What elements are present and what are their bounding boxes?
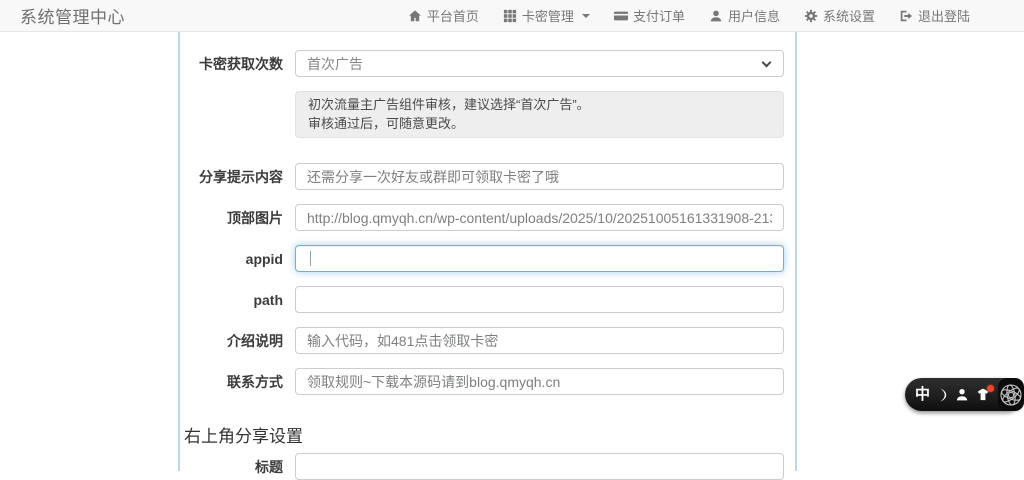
- home-icon: [408, 9, 422, 23]
- sign-out-icon: [899, 9, 913, 23]
- field-intro: 介绍说明: [180, 327, 795, 354]
- card-fetch-count-select[interactable]: 首次广告: [295, 50, 784, 77]
- field-appid: appid: [180, 245, 795, 272]
- field-share-tip: 分享提示内容: [180, 163, 795, 190]
- field-label: 介绍说明: [227, 332, 283, 349]
- field-label: 联系方式: [227, 373, 283, 390]
- field-label: 顶部图片: [227, 209, 283, 226]
- field-label: appid: [245, 250, 283, 267]
- ime-logo[interactable]: [998, 378, 1024, 411]
- contact-input[interactable]: [295, 368, 784, 395]
- field-contact: 联系方式: [180, 368, 795, 395]
- chevron-down-icon: [581, 13, 590, 18]
- help-text: 初次流量主广告组件审核，建议选择“首次广告”。 审核通过后，可随意更改。: [295, 91, 784, 138]
- half-moon-icon[interactable]: [938, 388, 948, 402]
- main-nav: 平台首页 卡密管理 支付订单 用户信息 系统设置 退出登陆: [408, 6, 970, 25]
- field-title: 标题: [180, 453, 795, 480]
- chevron-down-icon: [761, 57, 772, 68]
- field-path: path: [180, 286, 795, 313]
- field-label: 标题: [255, 458, 283, 475]
- nav-logout[interactable]: 退出登陆: [899, 6, 970, 25]
- field-label: 分享提示内容: [199, 168, 283, 185]
- top-image-input[interactable]: [295, 204, 784, 231]
- help-line: 初次流量主广告组件审核，建议选择“首次广告”。: [308, 97, 590, 112]
- field-top-image: 顶部图片: [180, 204, 795, 231]
- path-input[interactable]: [295, 286, 784, 313]
- share-tip-input[interactable]: [295, 163, 784, 190]
- credit-card-icon: [613, 9, 628, 23]
- nav-label: 卡密管理: [521, 9, 574, 24]
- content-panel: 卡密获取次数 首次广告 初次流量主广告组件审核，建议选择“首次广告”。 审核通过…: [178, 32, 797, 480]
- nav-card-management[interactable]: 卡密管理: [503, 6, 590, 25]
- nav-label: 平台首页: [426, 9, 479, 24]
- app-title: 系统管理中心: [20, 8, 125, 27]
- nav-label: 退出登陆: [917, 9, 970, 24]
- notification-dot: [987, 385, 995, 392]
- selected-option: 首次广告: [307, 55, 363, 72]
- field-label: 卡密获取次数: [199, 55, 283, 72]
- field-card-fetch-count: 卡密获取次数 首次广告 初次流量主广告组件审核，建议选择“首次广告”。 审核通过…: [180, 50, 795, 138]
- skin-icon[interactable]: [976, 385, 995, 401]
- ime-toolbar: 中: [905, 378, 1024, 411]
- field-label: path: [253, 291, 283, 308]
- nav-user-info[interactable]: 用户信息: [709, 6, 780, 25]
- title-input[interactable]: [295, 453, 784, 480]
- text-cursor: [310, 251, 311, 266]
- nav-system-settings[interactable]: 系统设置: [804, 6, 875, 25]
- nav-label: 支付订单: [632, 9, 685, 24]
- share-settings-heading: 右上角分享设置: [184, 427, 303, 446]
- nav-payment-orders[interactable]: 支付订单: [613, 6, 685, 25]
- chinese-mode-indicator[interactable]: 中: [915, 387, 930, 402]
- nav-platform-home[interactable]: 平台首页: [408, 6, 479, 25]
- nav-label: 系统设置: [822, 9, 875, 24]
- appid-input[interactable]: [295, 245, 784, 272]
- help-line: 审核通过后，可随意更改。: [308, 115, 465, 131]
- user-icon[interactable]: [956, 388, 968, 401]
- gear-icon: [804, 9, 818, 23]
- nav-label: 用户信息: [727, 9, 780, 24]
- grid-icon: [503, 9, 517, 23]
- intro-input[interactable]: [295, 327, 784, 354]
- user-icon: [709, 9, 723, 23]
- top-navbar: 系统管理中心 平台首页 卡密管理 支付订单 用户信息 系统设置 退出登陆: [0, 0, 1024, 32]
